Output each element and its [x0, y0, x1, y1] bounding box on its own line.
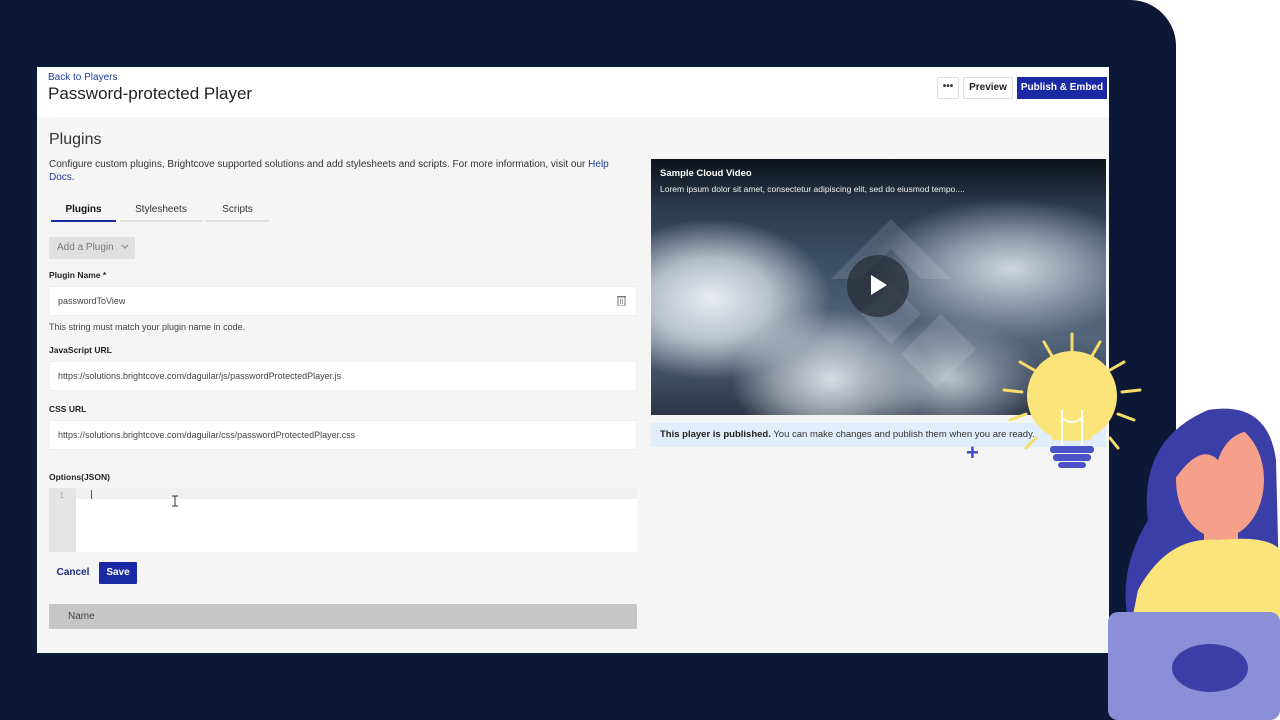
options-json-editor[interactable]: 1: [49, 488, 637, 552]
back-to-players-link[interactable]: Back to Players: [48, 72, 117, 83]
description-text: Configure custom plugins, Brightcove sup…: [49, 159, 586, 170]
play-button[interactable]: [847, 255, 909, 317]
plus-icon: +: [966, 440, 979, 465]
tab-plugins[interactable]: Plugins: [51, 203, 116, 222]
section-title: Plugins: [49, 131, 102, 148]
css-url-label: CSS URL: [49, 404, 87, 414]
plugin-name-value: passwordToView: [58, 296, 126, 306]
tab-stylesheets[interactable]: Stylesheets: [120, 203, 202, 222]
app-screen: Back to Players Password-protected Playe…: [37, 67, 1109, 653]
add-plugin-dropdown[interactable]: Add a Plugin: [49, 237, 135, 259]
cancel-button[interactable]: Cancel: [55, 562, 91, 584]
plugins-table-header: Name: [49, 604, 637, 629]
plugin-name-field[interactable]: passwordToView: [49, 286, 637, 316]
more-options-button[interactable]: •••: [937, 77, 959, 99]
column-header-name[interactable]: Name: [68, 611, 95, 622]
status-text: You can make changes and publish them wh…: [770, 429, 1035, 440]
page-title: Password-protected Player: [48, 84, 253, 103]
preview-button[interactable]: Preview: [963, 77, 1013, 99]
javascript-url-value: https://solutions.brightcove.com/daguila…: [58, 371, 342, 381]
save-button[interactable]: Save: [99, 562, 137, 584]
video-title: Sample Cloud Video: [660, 168, 752, 179]
tab-scripts[interactable]: Scripts: [206, 203, 269, 222]
active-line-highlight: [76, 488, 637, 499]
line-number-gutter: 1: [49, 488, 76, 552]
text-caret: [91, 490, 92, 499]
plugin-name-help: This string must match your plugin name …: [49, 322, 246, 332]
css-url-field[interactable]: https://solutions.brightcove.com/daguila…: [49, 420, 637, 450]
trash-icon[interactable]: [617, 295, 626, 306]
plugins-description: Configure custom plugins, Brightcove sup…: [49, 158, 629, 184]
chevron-down-icon: [121, 244, 128, 249]
ibeam-cursor-icon: [172, 495, 178, 507]
video-title-overlay: [651, 159, 1106, 205]
javascript-url-field[interactable]: https://solutions.brightcove.com/daguila…: [49, 361, 637, 391]
top-bar: Back to Players Password-protected Playe…: [37, 67, 1109, 117]
javascript-url-label: JavaScript URL: [49, 345, 112, 355]
plugin-name-label: Plugin Name *: [49, 270, 107, 280]
description-end: .: [71, 172, 75, 183]
options-json-label: Options(JSON): [49, 472, 110, 482]
play-icon: [871, 275, 887, 295]
publish-embed-button[interactable]: Publish & Embed: [1017, 77, 1107, 99]
status-bold-text: This player is published.: [660, 429, 771, 440]
add-plugin-label: Add a Plugin: [57, 242, 114, 253]
css-url-value: https://solutions.brightcove.com/daguila…: [58, 430, 356, 440]
video-description: Lorem ipsum dolor sit amet, consectetur …: [660, 184, 965, 194]
woman-illustration: [1108, 408, 1280, 720]
